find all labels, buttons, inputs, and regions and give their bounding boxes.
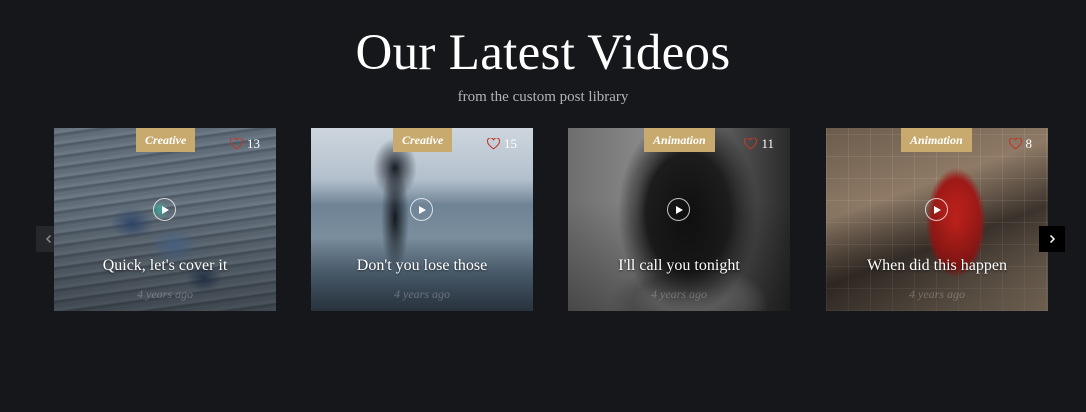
section-heading: Our Latest Videos from the custom post l… <box>0 24 1086 106</box>
chevron-left-icon <box>45 234 52 244</box>
chevron-right-icon <box>1049 234 1056 244</box>
video-date: 4 years ago <box>909 287 965 301</box>
category-badge[interactable]: Animation <box>901 128 972 152</box>
video-date: 4 years ago <box>137 287 193 301</box>
video-card[interactable]: Creative 15 Don't you lose those 4 years… <box>311 128 533 311</box>
like-counter[interactable]: 11 <box>744 136 774 152</box>
section-subtitle: from the custom post library <box>457 89 629 105</box>
video-title[interactable]: Don't you lose those <box>311 256 533 276</box>
video-date: 4 years ago <box>651 287 707 301</box>
play-icon <box>162 205 169 214</box>
heart-icon <box>744 138 758 150</box>
play-button[interactable] <box>153 198 176 221</box>
like-count: 13 <box>247 136 260 151</box>
like-count: 15 <box>504 136 517 151</box>
section-title: Our Latest Videos <box>355 25 731 81</box>
play-icon <box>676 205 683 214</box>
category-badge[interactable]: Creative <box>393 128 453 152</box>
video-card[interactable]: Creative 13 Quick, let's cover it 4 year… <box>54 128 276 311</box>
video-date: 4 years ago <box>394 287 450 301</box>
video-title[interactable]: When did this happen <box>826 256 1048 276</box>
category-badge[interactable]: Creative <box>136 128 196 152</box>
heart-icon <box>487 138 500 150</box>
like-counter[interactable]: 8 <box>1008 136 1033 152</box>
video-title[interactable]: I'll call you tonight <box>568 256 790 276</box>
play-icon <box>934 205 941 214</box>
video-card[interactable]: Animation 8 When did this happen 4 years… <box>826 128 1048 311</box>
category-badge[interactable]: Animation <box>644 128 715 152</box>
video-title[interactable]: Quick, let's cover it <box>54 256 276 276</box>
like-counter[interactable]: 15 <box>487 136 517 152</box>
video-card[interactable]: Animation 11 I'll call you tonight 4 yea… <box>568 128 790 311</box>
carousel-next-button[interactable] <box>1039 226 1065 252</box>
like-counter[interactable]: 13 <box>230 136 260 152</box>
like-count: 11 <box>761 136 774 151</box>
heart-icon <box>230 138 243 150</box>
play-button[interactable] <box>410 198 433 221</box>
play-button[interactable] <box>925 198 948 221</box>
like-count: 8 <box>1025 136 1033 151</box>
play-button[interactable] <box>667 198 690 221</box>
play-icon <box>419 205 426 214</box>
heart-icon <box>1008 138 1022 150</box>
